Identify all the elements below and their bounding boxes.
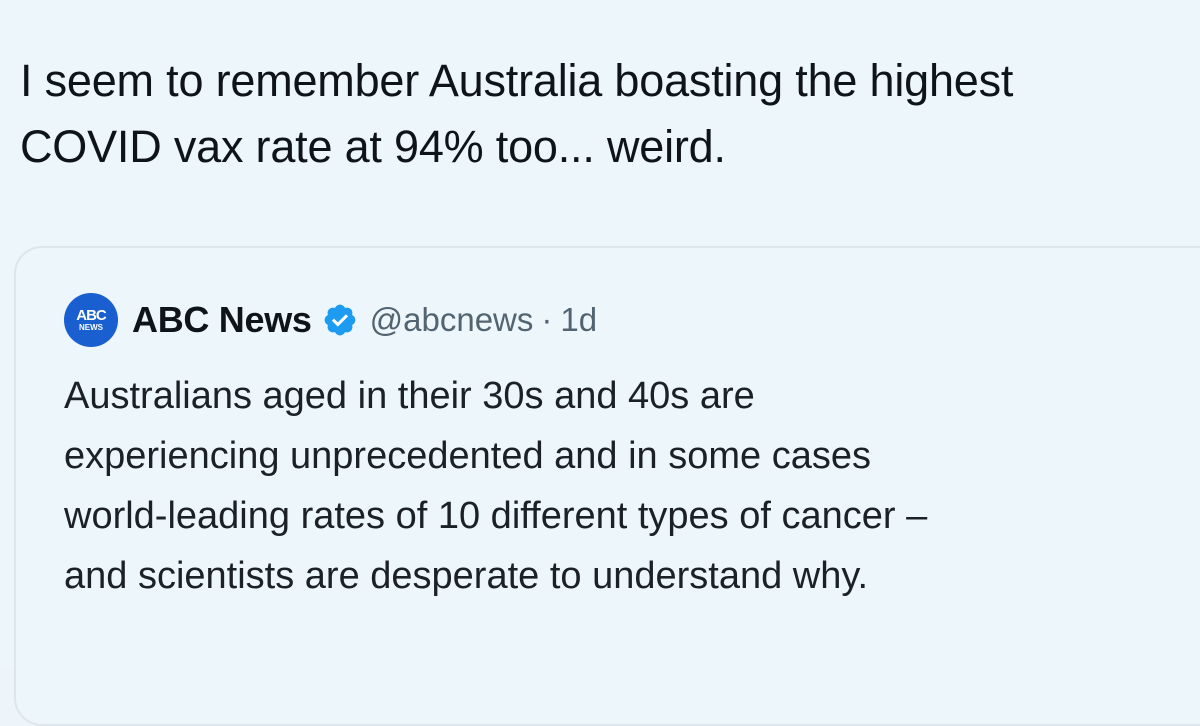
abc-logo-mark: ABC — [76, 307, 106, 324]
abc-logo-subtext: NEWS — [79, 323, 103, 332]
author-name[interactable]: ABC News — [132, 299, 312, 341]
post-timestamp[interactable]: 1d — [560, 301, 597, 339]
author-handle[interactable]: @abcnews — [370, 301, 534, 339]
quoted-post-header: ABC NEWS ABC News @abcnews · 1d — [64, 290, 597, 350]
verified-badge-icon — [324, 304, 356, 336]
avatar[interactable]: ABC NEWS — [64, 293, 118, 347]
quoted-post-card[interactable]: ABC NEWS ABC News @abcnews · 1d Australi… — [14, 246, 1200, 726]
post-screenshot: I seem to remember Australia boasting th… — [0, 0, 1200, 726]
quoted-post-text: Australians aged in their 30s and 40s ar… — [64, 375, 928, 597]
post-text: I seem to remember Australia boasting th… — [20, 55, 1014, 172]
header-separator: · — [541, 301, 553, 338]
